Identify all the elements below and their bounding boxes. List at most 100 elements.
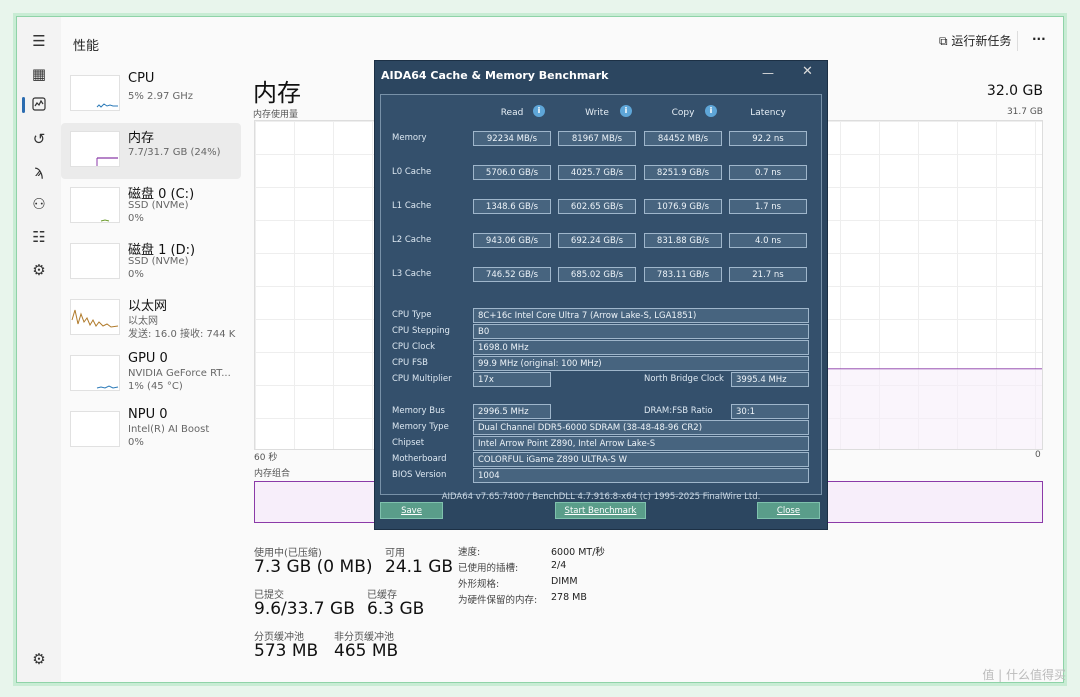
time-axis-right: 0 <box>1035 450 1041 460</box>
total-memory: 32.0 GB <box>986 83 1043 99</box>
resource-list: CPU 5% 2.97 GHz 内存 7.7/31.7 GB (24%) 磁盘 … <box>61 67 241 459</box>
bios-label: BIOS Version <box>392 470 447 480</box>
copy-info-icon[interactable]: i <box>705 105 717 117</box>
memory-bus-value: 2996.5 MHz <box>473 404 551 419</box>
hamburger-icon[interactable]: ☰ <box>29 31 49 51</box>
run-task-icon: ⧉ <box>939 34 948 48</box>
sidebar-item-disk0[interactable]: 磁盘 0 (C:) SSD (NVMe) 0% <box>61 179 241 235</box>
sidebar-item-label: NPU 0 <box>128 407 168 422</box>
npu-thumbnail <box>70 411 120 447</box>
bench-cell-read: 92234 MB/s <box>473 131 551 146</box>
sidebar-item-label: CPU <box>128 71 155 86</box>
dram-ratio-value: 30:1 <box>731 404 809 419</box>
reserved-label: 为硬件保留的内存: <box>458 595 538 606</box>
bench-cell-read: 943.06 GB/s <box>473 233 551 248</box>
memory-type-value: Dual Channel DDR5-6000 SDRAM (38-48-48-9… <box>473 420 809 435</box>
settings-icon[interactable]: ⚙ <box>29 649 49 669</box>
details-icon[interactable]: ☷ <box>29 227 49 247</box>
sidebar-item-sub: 7.7/31.7 GB (24%) <box>128 147 221 158</box>
sidebar-item-memory[interactable]: 内存 7.7/31.7 GB (24%) <box>61 123 241 179</box>
toolbar-divider <box>1017 31 1018 51</box>
bench-row-label: Memory <box>392 133 427 143</box>
version-footer: AIDA64 v7.65.7400 / BenchDLL 4.7.916.8-x… <box>441 492 761 502</box>
bench-cell-copy: 831.88 GB/s <box>644 233 722 248</box>
start-benchmark-button[interactable]: Start Benchmark <box>555 502 646 519</box>
run-task-button[interactable]: ⧉ 运行新任务 <box>939 32 1011 49</box>
watermark: 值 | 什么值得买 <box>982 668 1066 682</box>
bench-cell-latency: 1.7 ns <box>729 199 807 214</box>
available-value: 24.1 GB <box>385 557 454 577</box>
disk0-thumbnail <box>70 187 120 223</box>
close-button[interactable]: Close <box>757 502 820 519</box>
committed-value: 9.6/33.7 GB <box>254 599 355 619</box>
minimize-button[interactable]: — <box>762 66 774 80</box>
bench-cell-latency: 4.0 ns <box>729 233 807 248</box>
bench-cell-latency: 0.7 ns <box>729 165 807 180</box>
memory-bus-label: Memory Bus <box>392 406 445 416</box>
sidebar-item-sub2: 0% <box>128 213 144 224</box>
cpu-clock-label: CPU Clock <box>392 342 436 352</box>
gpu-thumbnail <box>70 355 120 391</box>
more-options-button[interactable]: ··· <box>1032 32 1046 46</box>
bench-cell-write: 685.02 GB/s <box>558 267 636 282</box>
ethernet-thumbnail <box>70 299 120 335</box>
services-icon[interactable]: ⚙ <box>29 260 49 280</box>
motherboard-label: Motherboard <box>392 454 447 464</box>
sidebar-item-sub2: 1% (45 °C) <box>128 381 183 392</box>
combo-label: 内存组合 <box>254 469 291 479</box>
aida64-dialog: AIDA64 Cache & Memory Benchmark — ✕ Read… <box>374 60 828 530</box>
cpu-type-value: 8C+16c Intel Core Ultra 7 (Arrow Lake-S,… <box>473 308 809 323</box>
in-use-value: 7.3 GB (0 MB) <box>254 557 373 577</box>
startup-icon[interactable]: ϡ <box>29 161 49 181</box>
write-info-icon[interactable]: i <box>620 105 632 117</box>
disk1-thumbnail <box>70 243 120 279</box>
nb-clock-value: 3995.4 MHz <box>731 372 809 387</box>
bench-row-label: L1 Cache <box>392 201 432 211</box>
sidebar-item-cpu[interactable]: CPU 5% 2.97 GHz <box>61 67 241 123</box>
total-memory-small: 31.7 GB <box>1006 107 1043 117</box>
sidebar-item-npu0[interactable]: NPU 0 Intel(R) AI Boost 0% <box>61 403 241 459</box>
bench-row-label: L3 Cache <box>392 269 432 279</box>
sidebar-item-ethernet[interactable]: 以太网 以太网 发送: 16.0 接收: 744 K <box>61 291 241 347</box>
page-title: 性能 <box>73 39 100 54</box>
sidebar-item-disk1[interactable]: 磁盘 1 (D:) SSD (NVMe) 0% <box>61 235 241 291</box>
close-icon[interactable]: ✕ <box>802 64 813 79</box>
bench-row-label: L2 Cache <box>392 235 432 245</box>
bench-cell-write: 4025.7 GB/s <box>558 165 636 180</box>
cpu-thumbnail <box>70 75 120 111</box>
performance-icon[interactable] <box>29 96 49 116</box>
cached-value: 6.3 GB <box>367 599 425 619</box>
run-task-label: 运行新任务 <box>951 34 1012 48</box>
save-button[interactable]: Save <box>380 502 443 519</box>
nav-rail: ☰ ▦ ↺ ϡ ⚇ ☷ ⚙ ⚙ <box>17 17 61 682</box>
slots-value: 2/4 <box>551 560 567 571</box>
aida-title: AIDA64 Cache & Memory Benchmark <box>381 69 609 82</box>
memory-type-label: Memory Type <box>392 422 449 432</box>
time-axis-left: 60 秒 <box>254 453 278 463</box>
cpu-type-label: CPU Type <box>392 310 432 320</box>
processes-icon[interactable]: ▦ <box>29 64 49 84</box>
bench-row-label: L0 Cache <box>392 167 432 177</box>
bios-value: 1004 <box>473 468 809 483</box>
memory-thumbnail <box>70 131 120 167</box>
bench-cell-read: 746.52 GB/s <box>473 267 551 282</box>
cpu-stepping-label: CPU Stepping <box>392 326 450 336</box>
chipset-label: Chipset <box>392 438 425 448</box>
benchmark-panel: Read i Write i Copy i Latency Memory 9223… <box>380 94 822 502</box>
form-factor-label: 外形规格: <box>458 579 500 590</box>
bench-cell-copy: 84452 MB/s <box>644 131 722 146</box>
motherboard-value: COLORFUL iGame Z890 ULTRA-S W <box>473 452 809 467</box>
reserved-value: 278 MB <box>551 592 587 603</box>
bench-cell-copy: 783.11 GB/s <box>644 267 722 282</box>
sidebar-item-gpu0[interactable]: GPU 0 NVIDIA GeForce RT... 1% (45 °C) <box>61 347 241 403</box>
active-indicator <box>22 97 25 113</box>
users-icon[interactable]: ⚇ <box>29 194 49 214</box>
read-info-icon[interactable]: i <box>533 105 545 117</box>
dram-ratio-label: DRAM:FSB Ratio <box>644 406 713 416</box>
cpu-multiplier-value: 17x <box>473 372 551 387</box>
nb-clock-label: North Bridge Clock <box>644 374 724 384</box>
sidebar-item-sub: 5% 2.97 GHz <box>128 91 194 102</box>
history-icon[interactable]: ↺ <box>29 129 49 149</box>
slots-label: 已使用的插槽: <box>458 563 519 574</box>
bench-cell-write: 81967 MB/s <box>558 131 636 146</box>
